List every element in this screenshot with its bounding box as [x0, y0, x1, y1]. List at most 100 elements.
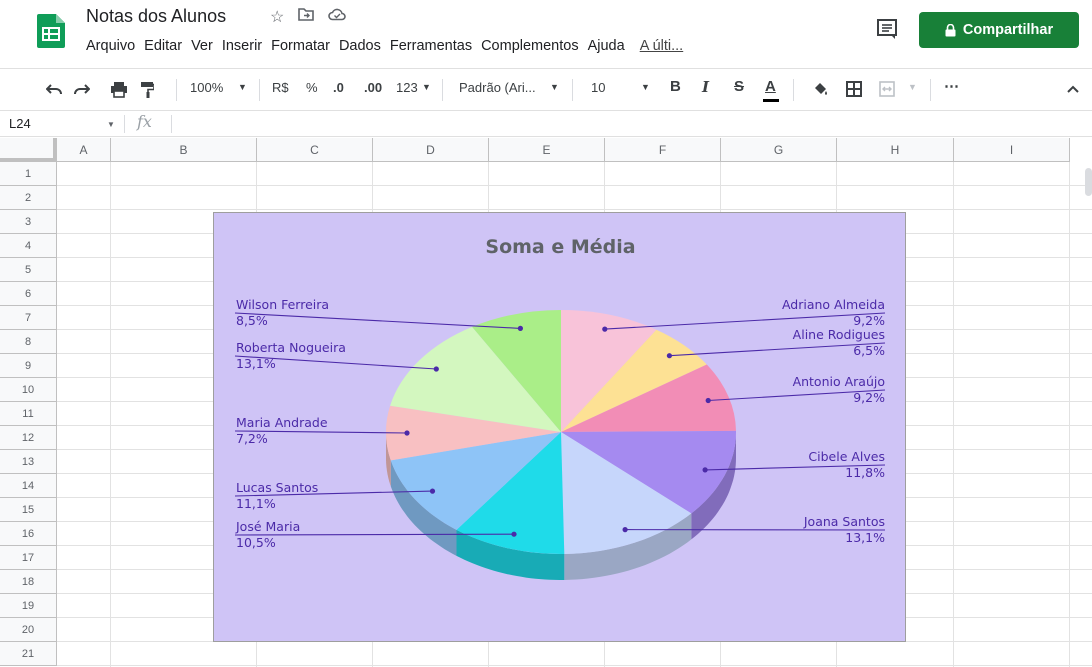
name-box[interactable]: L24 [9, 116, 31, 131]
collapse-chevron-up-icon[interactable] [1066, 84, 1080, 94]
menu-formatar[interactable]: Formatar [271, 38, 330, 54]
row-header-18[interactable]: 18 [0, 570, 57, 594]
row-header-5[interactable]: 5 [0, 258, 57, 282]
row-header-14[interactable]: 14 [0, 474, 57, 498]
slice-label-6: Lucas Santos [236, 480, 318, 495]
menu-arquivo[interactable]: Arquivo [86, 38, 135, 54]
star-icon[interactable]: ☆ [270, 7, 284, 27]
leader-dot-3 [702, 467, 708, 473]
font-size-select[interactable]: 10 [591, 80, 605, 95]
share-button[interactable]: Compartilhar [919, 12, 1079, 48]
increase-decimal-button[interactable]: .00 [364, 80, 382, 95]
row-header-6[interactable]: 6 [0, 282, 57, 306]
bold-button[interactable]: B [670, 78, 681, 95]
slice-value-1: 6,5% [853, 343, 885, 358]
row-header-2[interactable]: 2 [0, 186, 57, 210]
column-header-e[interactable]: E [489, 138, 605, 162]
row-header-4[interactable]: 4 [0, 234, 57, 258]
menu-ver[interactable]: Ver [191, 38, 213, 54]
text-color-button[interactable]: A [765, 78, 776, 95]
document-title[interactable]: Notas dos Alunos [86, 6, 226, 27]
merge-cells-icon[interactable] [879, 81, 895, 97]
grid-column-line [110, 162, 111, 667]
font-chevron-icon[interactable]: ▼ [550, 82, 559, 92]
formula-separator [124, 115, 125, 133]
name-box-chevron-icon[interactable]: ▼ [107, 120, 115, 129]
select-all-corner[interactable] [0, 138, 57, 162]
slice-value-3: 11,8% [845, 465, 885, 480]
row-header-13[interactable]: 13 [0, 450, 57, 474]
slice-label-0: Adriano Almeida [782, 297, 885, 312]
row-header-16[interactable]: 16 [0, 522, 57, 546]
menu-ajuda[interactable]: Ajuda [588, 38, 625, 54]
zoom-select[interactable]: 100% [190, 80, 223, 95]
font-family-select[interactable]: Padrão (Ari... [459, 80, 536, 95]
row-header-12[interactable]: 12 [0, 426, 57, 450]
row-header-19[interactable]: 19 [0, 594, 57, 618]
row-header-21[interactable]: 21 [0, 642, 57, 666]
row-header-3[interactable]: 3 [0, 210, 57, 234]
column-header-g[interactable]: G [721, 138, 837, 162]
slice-value-7: 7,2% [236, 431, 268, 446]
font-size-chevron-icon[interactable]: ▼ [641, 82, 650, 92]
slice-value-2: 9,2% [853, 390, 885, 405]
more-tools-button[interactable]: ⋯ [944, 77, 959, 95]
menu-ferramentas[interactable]: Ferramentas [390, 38, 472, 54]
formula-input[interactable] [180, 114, 1080, 134]
row-header-10[interactable]: 10 [0, 378, 57, 402]
row-header-9[interactable]: 9 [0, 354, 57, 378]
row-header-11[interactable]: 11 [0, 402, 57, 426]
zoom-chevron-icon[interactable]: ▼ [238, 82, 247, 92]
menu-bar: Arquivo Editar Ver Inserir Formatar Dado… [86, 38, 692, 54]
leader-dot-4 [622, 527, 628, 533]
grid-column-line [1069, 162, 1070, 667]
slice-value-4: 13,1% [845, 530, 885, 545]
leader-dot-0 [602, 326, 608, 332]
italic-button[interactable]: I [702, 78, 709, 96]
paint-format-icon[interactable] [140, 81, 154, 98]
column-header-h[interactable]: H [837, 138, 954, 162]
percent-format-button[interactable]: % [306, 80, 318, 95]
strikethrough-button[interactable]: S [734, 78, 744, 95]
app-header: Notas dos Alunos ☆ Arquivo Editar Ver In… [0, 0, 1092, 66]
menu-dados[interactable]: Dados [339, 38, 381, 54]
row-header-7[interactable]: 7 [0, 306, 57, 330]
row-header-17[interactable]: 17 [0, 546, 57, 570]
row-header-15[interactable]: 15 [0, 498, 57, 522]
currency-format-button[interactable]: R$ [272, 80, 289, 95]
menu-complementos[interactable]: Complementos [481, 38, 579, 54]
column-header-f[interactable]: F [605, 138, 721, 162]
column-header-c[interactable]: C [257, 138, 373, 162]
move-folder-icon[interactable] [298, 7, 315, 27]
leader-dot-5 [511, 531, 517, 537]
menu-editar[interactable]: Editar [144, 38, 182, 54]
row-header-1[interactable]: 1 [0, 162, 57, 186]
more-formats-button[interactable]: 123 [396, 80, 418, 95]
redo-icon[interactable] [74, 83, 90, 96]
merge-chevron-icon[interactable]: ▼ [908, 82, 917, 92]
decrease-decimal-button[interactable]: .0 [333, 80, 344, 95]
toolbar-separator [930, 79, 931, 101]
formats-chevron-icon[interactable]: ▼ [422, 82, 431, 92]
row-header-20[interactable]: 20 [0, 618, 57, 642]
sheets-logo-icon[interactable] [37, 14, 65, 48]
vertical-scrollbar[interactable] [1085, 168, 1092, 196]
slice-label-1: Aline Rodigues [793, 327, 885, 342]
toolbar-separator [259, 79, 260, 101]
row-header-8[interactable]: 8 [0, 330, 57, 354]
pie-chart[interactable]: Soma e Média Adriano Almeida 9,2% Aline Rod… [213, 212, 906, 642]
undo-icon[interactable] [46, 83, 62, 96]
formula-separator [171, 115, 172, 133]
column-header-a[interactable]: A [57, 138, 111, 162]
menu-inserir[interactable]: Inserir [222, 38, 262, 54]
column-header-b[interactable]: B [111, 138, 257, 162]
cloud-saved-icon[interactable] [328, 7, 347, 27]
print-icon[interactable] [110, 81, 128, 98]
column-header-i[interactable]: I [954, 138, 1070, 162]
fill-color-icon[interactable] [812, 82, 829, 97]
last-edit-link[interactable]: A últi... [640, 38, 684, 54]
column-header-d[interactable]: D [373, 138, 489, 162]
borders-icon[interactable] [846, 81, 862, 97]
slice-value-5: 10,5% [236, 535, 276, 550]
comment-history-icon[interactable] [875, 18, 899, 40]
